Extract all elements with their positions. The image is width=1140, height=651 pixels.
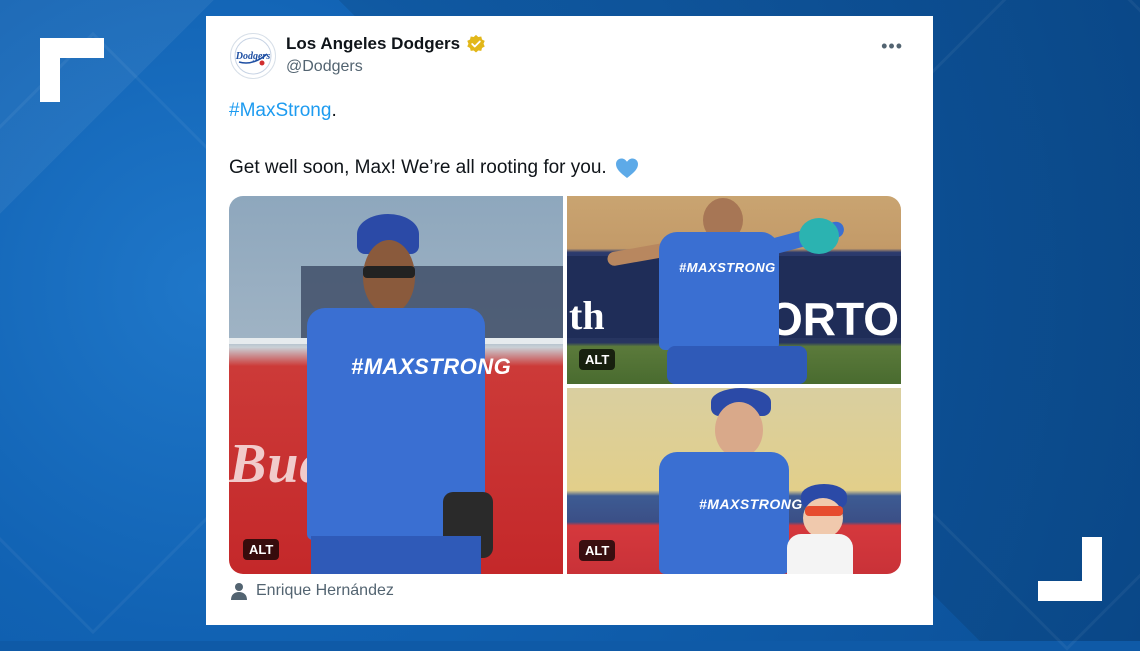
- shirt-text: #MAXSTRONG: [679, 260, 776, 275]
- avatar-text: Dodgers: [235, 51, 271, 62]
- photo-player-with-kid[interactable]: #MAXSTRONG ALT: [567, 388, 901, 574]
- media-grid: Budweiser #MAXSTRONG ALT th ORTON: [229, 196, 901, 574]
- shirt-text: #MAXSTRONG: [351, 354, 512, 379]
- dodgers-logo-icon: Dodgers: [234, 37, 272, 75]
- more-options-button[interactable]: •••: [881, 36, 903, 57]
- hashtag-link[interactable]: #MaxStrong: [229, 100, 331, 121]
- avatar[interactable]: Dodgers: [230, 33, 276, 79]
- verified-badge-icon: [467, 34, 485, 53]
- credit-name[interactable]: Enrique Hernández: [256, 582, 394, 600]
- blue-heart-icon: [615, 158, 638, 178]
- alt-badge[interactable]: ALT: [243, 539, 280, 560]
- alt-badge[interactable]: ALT: [579, 540, 616, 561]
- tweet-body: Get well soon, Max! We’re all rooting fo…: [229, 157, 607, 178]
- player-figure: #MAXSTRONG: [606, 196, 847, 384]
- photo-player-cap[interactable]: Budweiser #MAXSTRONG ALT: [229, 196, 563, 574]
- photo-credit[interactable]: Enrique Hernández: [230, 582, 394, 600]
- author-name-row[interactable]: Los Angeles Dodgers: [286, 34, 486, 54]
- hashtag-suffix: .: [331, 100, 337, 121]
- sign-th: th: [569, 293, 605, 338]
- frame-corner-bottom-right: [1038, 537, 1102, 601]
- kid-figure: [783, 484, 853, 574]
- player-figure: #MAXSTRONG: [659, 388, 802, 574]
- person-icon: [231, 583, 247, 600]
- photo-player-throwing[interactable]: th ORTON #MAXSTRONG ALT: [567, 196, 901, 384]
- tweet-text: Get well soon, Max! We’re all rooting fo…: [229, 157, 639, 179]
- tweet-card: Dodgers Los Angeles Dodgers @Dodgers •••…: [206, 16, 933, 625]
- alt-badge[interactable]: ALT: [579, 349, 616, 370]
- author-handle[interactable]: @Dodgers: [286, 58, 363, 76]
- frame-corner-top-left: [40, 38, 104, 102]
- hashtag-line: #MaxStrong.: [229, 100, 337, 122]
- player-figure: #MAXSTRONG: [307, 214, 511, 574]
- display-name[interactable]: Los Angeles Dodgers: [286, 34, 460, 54]
